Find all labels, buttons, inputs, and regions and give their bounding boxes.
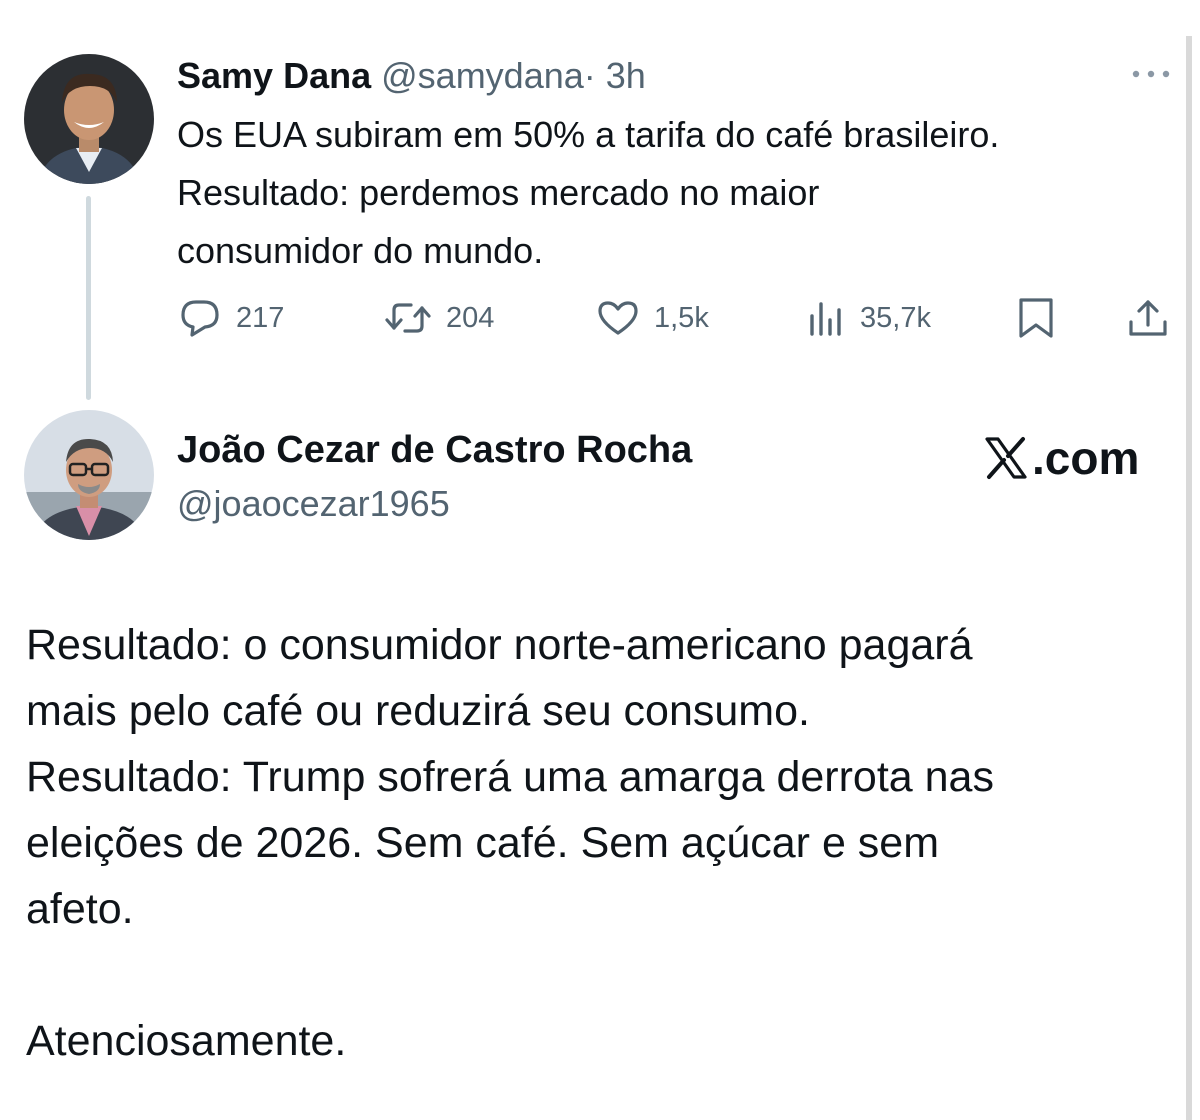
quote-text-line: eleições de 2026. Sem café. Sem açúcar e… — [26, 819, 940, 867]
bookmark-icon — [1019, 298, 1053, 338]
bookmark-button[interactable] — [1016, 296, 1056, 340]
header-separator: · — [583, 55, 596, 96]
x-logo-icon — [985, 437, 1027, 479]
tweet-header: Samy Dana @samydana· 3h — [177, 52, 646, 100]
author-handle[interactable]: @samydana — [381, 55, 584, 96]
avatar-joao-cezar[interactable] — [24, 410, 154, 540]
quote-text-line: mais pelo café ou reduzirá seu consumo. — [26, 687, 810, 735]
repost-arrows-icon — [385, 303, 431, 333]
more-horizontal-icon[interactable] — [1130, 64, 1172, 84]
thread-connector-line — [86, 196, 91, 400]
like-count: 1,5k — [654, 301, 709, 334]
quote-text-line: Resultado: o consumidor norte-americano … — [26, 621, 973, 669]
heart-icon — [598, 301, 638, 335]
scrollbar-track[interactable] — [1186, 36, 1192, 1120]
quote-author-handle[interactable]: @joaocezar1965 — [177, 480, 450, 528]
share-button[interactable] — [1126, 296, 1170, 340]
reply-count: 217 — [236, 301, 285, 334]
quote-text-line: afeto. — [26, 885, 134, 933]
tweet-timestamp[interactable]: 3h — [606, 55, 646, 96]
tweet-text-line: Os EUA subiram em 50% a tarifa do café b… — [177, 114, 1000, 155]
avatar-samy-dana[interactable] — [24, 54, 154, 184]
tweet-text: Os EUA subiram em 50% a tarifa do café b… — [177, 106, 1182, 280]
views-count: 35,7k — [860, 301, 931, 334]
repost-count: 204 — [446, 301, 495, 334]
like-button[interactable]: 1,5k — [596, 296, 709, 340]
reply-bubble-icon — [181, 300, 219, 337]
tweet-text-line: consumidor do mundo. — [177, 230, 544, 271]
views-bar-chart-icon — [810, 302, 841, 336]
x-com-logo-text: .com — [1032, 432, 1140, 484]
views-button[interactable]: 35,7k — [806, 296, 931, 340]
author-name[interactable]: Samy Dana — [177, 55, 371, 96]
quote-text-line: Atenciosamente. — [26, 1017, 347, 1065]
quote-text-line: Resultado: Trump sofrerá uma amarga derr… — [26, 753, 994, 801]
tweet-text-line: Resultado: perdemos mercado no maior — [177, 172, 820, 213]
quote-author-name[interactable]: João Cezar de Castro Rocha — [177, 426, 692, 474]
reply-button[interactable]: 217 — [178, 296, 284, 340]
x-com-logo: .com — [984, 430, 1139, 486]
repost-button[interactable]: 204 — [384, 296, 494, 340]
share-upload-icon — [1129, 300, 1167, 336]
quote-text: Resultado: o consumidor norte-americano … — [26, 612, 1176, 1074]
quote-text-blank-line — [26, 942, 1176, 1008]
